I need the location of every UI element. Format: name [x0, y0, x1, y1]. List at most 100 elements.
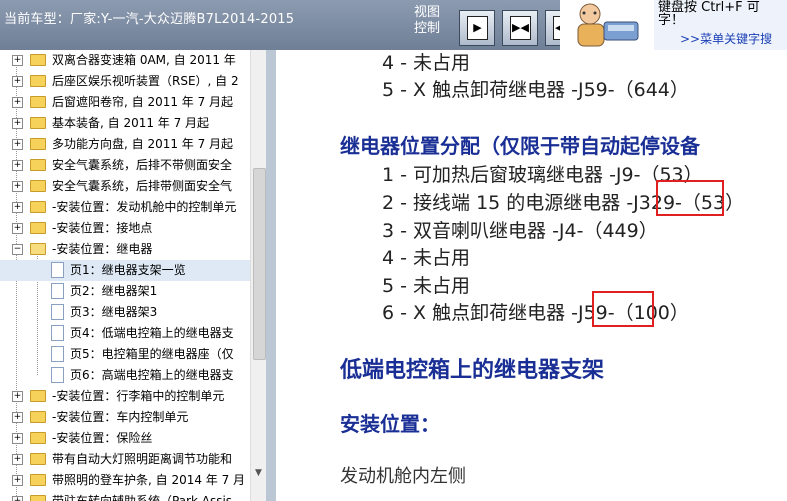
folder-icon	[30, 390, 46, 402]
highlight-box-j59	[592, 291, 654, 327]
tree-item-label: 多功能方向盘, 自 2011 年 7 月起	[52, 137, 234, 151]
view-button-1[interactable]: ▶	[459, 10, 495, 46]
document-icon	[51, 346, 64, 362]
tree-item[interactable]: 页2：继电器架1	[0, 281, 250, 302]
tree-item-label: -安装位置：行李箱中的控制单元	[52, 389, 225, 403]
tree-scrollbar-thumb[interactable]	[253, 168, 266, 360]
view-control-label: 视图控制	[414, 5, 441, 36]
top-header-bar: 当前车型：厂家:Y-一汽-大众迈腾B7L2014-2015 视图控制 ▶ ▶◀ …	[0, 0, 787, 50]
relay-item-top4: 4 - 未占用	[382, 52, 471, 74]
folder-icon	[30, 474, 46, 486]
highlight-box-j329	[656, 180, 724, 216]
expand-icon[interactable]: +	[12, 202, 23, 213]
view-button-2[interactable]: ▶◀	[502, 10, 538, 46]
folder-icon	[30, 96, 46, 108]
tree-item-label: -安装位置：车内控制单元	[52, 410, 189, 424]
tree-item[interactable]: 页6：高端电控箱上的继电器支	[0, 365, 250, 386]
folder-icon	[30, 222, 46, 234]
relay-item-4: 4 - 未占用	[382, 247, 471, 269]
relay-item-5: 5 - 未占用	[382, 275, 471, 297]
relay-item-1: 1 - 可加热后窗玻璃继电器 -J9-（53）	[382, 164, 703, 186]
tree-item[interactable]: + 后窗遮阳卷帘, 自 2011 年 7 月起	[0, 92, 250, 113]
tree-item[interactable]: + 安全气囊系统，后排不带侧面安全	[0, 155, 250, 176]
tree-item-label: 带驻车转向辅助系统（Park Assis	[52, 494, 233, 501]
tree-item[interactable]: + -安装位置：发动机舱中的控制单元	[0, 197, 250, 218]
document-icon	[51, 325, 64, 341]
expand-icon[interactable]: +	[12, 160, 23, 171]
menu-keyword-search-link[interactable]: >>菜单关键字搜	[680, 30, 772, 47]
tree-item-label: 基本装备, 自 2011 年 7 月起	[52, 116, 210, 130]
folder-icon	[30, 138, 46, 150]
scroll-down-icon[interactable]: ▼	[255, 468, 262, 478]
expand-icon[interactable]: +	[12, 181, 23, 192]
folder-icon	[30, 54, 46, 66]
expand-icon[interactable]: +	[12, 391, 23, 402]
folder-icon	[30, 180, 46, 192]
expand-icon[interactable]: +	[12, 139, 23, 150]
expand-icon[interactable]: +	[12, 496, 23, 501]
expand-icon[interactable]: +	[12, 454, 23, 465]
collapse-icon[interactable]: −	[12, 244, 23, 255]
folder-icon	[30, 117, 46, 129]
heading-low-end-box: 低端电控箱上的继电器支架	[340, 358, 605, 383]
tree-item-label: 安全气囊系统，后排带侧面安全气	[52, 179, 233, 193]
tree-item[interactable]: + -安装位置：接地点	[0, 218, 250, 239]
expand-icon[interactable]: +	[12, 55, 23, 66]
tree-item-label: 后座区娱乐视听装置（RSE）, 自 2	[52, 74, 239, 88]
document-icon	[51, 304, 64, 320]
folder-icon	[30, 201, 46, 213]
tree-item[interactable]: + 带照明的登车护条, 自 2014 年 7 月	[0, 470, 250, 491]
tree-item[interactable]: + -安装位置：车内控制单元	[0, 407, 250, 428]
document-content: 4 - 未占用 5 - X 触点卸荷继电器 -J59-（644） 继电器位置分配…	[276, 50, 787, 501]
tree-item[interactable]: − -安装位置：继电器	[0, 239, 250, 260]
tree-item-label: -安装位置：发动机舱中的控制单元	[52, 200, 237, 214]
tree-item-selected[interactable]: 页1：继电器支架一览	[0, 260, 250, 281]
tree-item[interactable]: + 带有自动大灯照明距离调节功能和	[0, 449, 250, 470]
section-title: 继电器位置分配（仅限于带自动起停设备	[340, 134, 700, 158]
expand-icon[interactable]: +	[12, 223, 23, 234]
tree-item[interactable]: + 安全气囊系统，后排带侧面安全气	[0, 176, 250, 197]
tree-item[interactable]: + 基本装备, 自 2011 年 7 月起	[0, 113, 250, 134]
tree-scrollbar[interactable]: ▼	[250, 50, 267, 501]
tree-item-label: 页2：继电器架1	[70, 284, 158, 298]
navigation-tree: + 双离合器变速箱 0AM, 自 2011 年 + 后座区娱乐视听装置（RSE）, …	[0, 50, 250, 501]
mascot-figure-icon	[560, 0, 654, 50]
arrow-right-icon: ▶	[467, 16, 488, 40]
open-folder-icon	[30, 243, 46, 255]
tree-item-label: 页5：电控箱里的继电器座（仅	[70, 347, 234, 361]
panel-splitter[interactable]	[266, 50, 276, 501]
tree-item-label: 页1：继电器支架一览	[70, 263, 186, 277]
folder-icon	[30, 159, 46, 171]
tree-item[interactable]: + 多功能方向盘, 自 2011 年 7 月起	[0, 134, 250, 155]
document-icon	[51, 283, 64, 299]
document-icon	[51, 367, 64, 383]
expand-icon[interactable]: +	[12, 475, 23, 486]
tree-item-label: -安装位置：继电器	[52, 242, 153, 256]
tree-item-label: 页6：高端电控箱上的继电器支	[70, 368, 234, 382]
relay-item-3: 3 - 双音喇叭继电器 -J4-（449）	[382, 220, 658, 242]
tree-item-label: 页3：继电器架3	[70, 305, 158, 319]
tree-item[interactable]: 页4：低端电控箱上的继电器支	[0, 323, 250, 344]
tree-item-label: 页4：低端电控箱上的继电器支	[70, 326, 234, 340]
help-text-line2: 字！	[658, 13, 685, 28]
tree-item-label: 带照明的登车护条, 自 2014 年 7 月	[52, 473, 246, 487]
tree-item-label: -安装位置：保险丝	[52, 431, 153, 445]
tree-item[interactable]: 页5：电控箱里的继电器座（仅	[0, 344, 250, 365]
install-position-heading: 安装位置：	[340, 412, 440, 436]
tree-item[interactable]: + -安装位置：行李箱中的控制单元	[0, 386, 250, 407]
tree-item[interactable]: 页3：继电器架3	[0, 302, 250, 323]
folder-icon	[30, 453, 46, 465]
expand-icon[interactable]: +	[12, 412, 23, 423]
tree-item[interactable]: + 带驻车转向辅助系统（Park Assis	[0, 491, 250, 501]
relay-item-top5: 5 - X 触点卸荷继电器 -J59-（644）	[382, 79, 689, 101]
tree-item[interactable]: + 双离合器变速箱 0AM, 自 2011 年	[0, 50, 250, 71]
help-panel: 键盘按 Ctrl+F 可 字！ >>菜单关键字搜	[560, 0, 787, 50]
expand-icon[interactable]: +	[12, 433, 23, 444]
expand-icon[interactable]: +	[12, 118, 23, 129]
expand-icon[interactable]: +	[12, 97, 23, 108]
tree-item[interactable]: + -安装位置：保险丝	[0, 428, 250, 449]
tree-item-label: 双离合器变速箱 0AM, 自 2011 年	[52, 53, 236, 67]
folder-icon	[30, 75, 46, 87]
tree-item[interactable]: + 后座区娱乐视听装置（RSE）, 自 2	[0, 71, 250, 92]
expand-icon[interactable]: +	[12, 76, 23, 87]
